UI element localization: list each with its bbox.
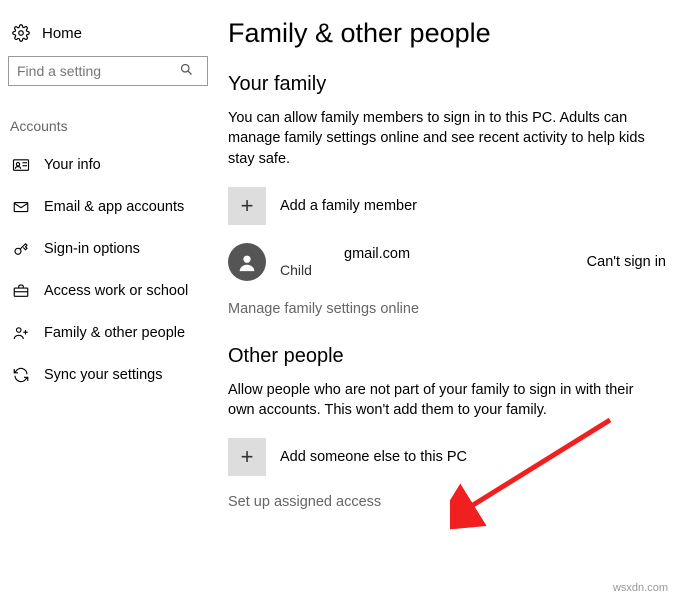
avatar-icon xyxy=(228,243,266,281)
sidebar-item-signin-options[interactable]: Sign-in options xyxy=(8,228,208,270)
plus-icon: + xyxy=(228,438,266,476)
plus-icon: + xyxy=(228,187,266,225)
home-button[interactable]: Home xyxy=(8,18,208,56)
manage-family-link[interactable]: Manage family settings online xyxy=(228,301,666,317)
add-family-label: Add a family member xyxy=(280,198,417,214)
page-title: Family & other people xyxy=(228,18,666,49)
main-content: Family & other people Your family You ca… xyxy=(216,0,678,602)
add-someone-else-button[interactable]: + Add someone else to this PC xyxy=(228,438,666,476)
other-heading: Other people xyxy=(228,345,666,368)
email-redacted xyxy=(280,246,340,262)
sidebar-item-label: Sign-in options xyxy=(44,241,140,257)
mail-icon xyxy=(12,198,30,216)
family-description: You can allow family members to sign in … xyxy=(228,108,658,169)
user-status: Can't sign in xyxy=(587,254,666,270)
family-heading: Your family xyxy=(228,73,666,96)
email-domain: gmail.com xyxy=(344,246,410,262)
other-description: Allow people who are not part of your fa… xyxy=(228,380,658,421)
search-icon xyxy=(179,62,194,82)
sidebar-item-your-info[interactable]: Your info xyxy=(8,144,208,186)
sidebar-item-email-accounts[interactable]: Email & app accounts xyxy=(8,186,208,228)
sidebar: Home Accounts Your info Email & app acco… xyxy=(0,0,216,602)
user-card-icon xyxy=(12,156,30,174)
sidebar-item-label: Access work or school xyxy=(44,283,188,299)
sidebar-item-label: Email & app accounts xyxy=(44,199,184,215)
search-container xyxy=(8,56,208,86)
sidebar-item-label: Sync your settings xyxy=(44,367,162,383)
gear-icon xyxy=(12,24,30,42)
key-icon xyxy=(12,240,30,258)
family-user-row[interactable]: gmail.com Child Can't sign in xyxy=(228,243,666,281)
briefcase-icon xyxy=(12,282,30,300)
sidebar-item-sync[interactable]: Sync your settings xyxy=(8,354,208,396)
assigned-access-link[interactable]: Set up assigned access xyxy=(228,494,666,510)
sidebar-item-work-school[interactable]: Access work or school xyxy=(8,270,208,312)
search-input[interactable] xyxy=(8,56,208,86)
sidebar-item-label: Family & other people xyxy=(44,325,185,341)
sidebar-item-family-people[interactable]: Family & other people xyxy=(8,312,208,354)
sync-icon xyxy=(12,366,30,384)
user-role: Child xyxy=(280,262,573,278)
sidebar-item-label: Your info xyxy=(44,157,101,173)
nav-list: Your info Email & app accounts Sign-in o… xyxy=(8,144,208,396)
user-info: gmail.com Child xyxy=(280,246,573,278)
home-label: Home xyxy=(42,25,82,42)
user-email: gmail.com xyxy=(280,246,573,262)
category-label: Accounts xyxy=(8,104,208,144)
watermark: wsxdn.com xyxy=(613,582,668,594)
add-family-member-button[interactable]: + Add a family member xyxy=(228,187,666,225)
people-plus-icon xyxy=(12,324,30,342)
add-other-label: Add someone else to this PC xyxy=(280,449,467,465)
